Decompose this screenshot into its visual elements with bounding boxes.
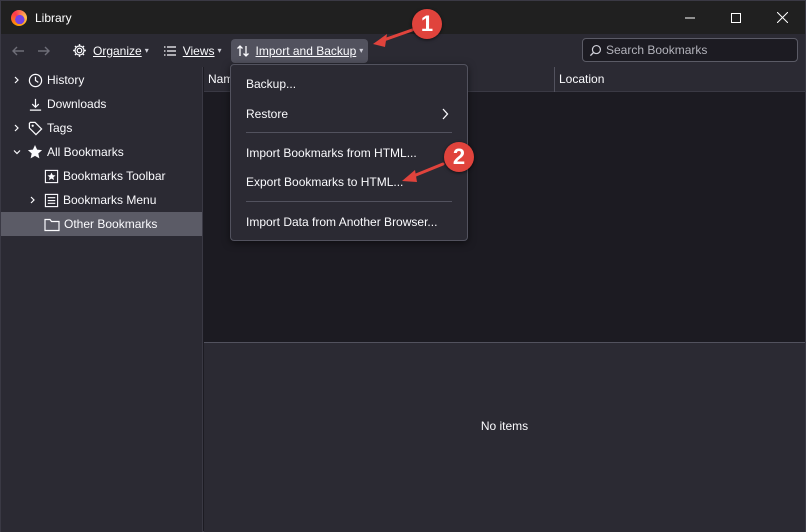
folder-icon xyxy=(44,216,60,232)
chevron-down-icon: ▾ xyxy=(217,46,222,55)
import-backup-button[interactable]: Import and Backup ▾ xyxy=(230,38,369,63)
list-icon xyxy=(163,45,176,56)
menu-item-restore[interactable]: Restore xyxy=(231,101,467,127)
menu-item-backup[interactable]: Backup... xyxy=(231,71,467,97)
search-input[interactable] xyxy=(606,43,786,57)
close-button[interactable] xyxy=(759,1,805,34)
details-pane: No items xyxy=(204,343,805,532)
import-backup-menu: Backup... Restore Import Bookmarks from … xyxy=(230,64,468,241)
menu-separator xyxy=(246,132,452,133)
chevron-down-icon[interactable] xyxy=(11,146,23,158)
import-backup-label: Import and Backup xyxy=(255,43,357,58)
bookmarks-menu-icon xyxy=(43,192,59,208)
minimize-button[interactable] xyxy=(667,1,713,34)
library-window: Library Organize ▾ Views ▾ Import and Ba… xyxy=(0,0,806,532)
maximize-button[interactable] xyxy=(713,1,759,34)
clock-icon xyxy=(27,72,43,88)
views-button[interactable]: Views ▾ xyxy=(158,39,227,63)
import-export-icon xyxy=(236,44,249,57)
back-button[interactable] xyxy=(5,38,31,64)
column-name-header[interactable]: Nam xyxy=(204,67,233,92)
menu-item-label: Import Data from Another Browser... xyxy=(246,215,438,229)
search-icon xyxy=(589,44,602,56)
gear-icon xyxy=(73,44,86,57)
no-items-text: No items xyxy=(480,419,529,433)
menu-item-label: Import Bookmarks from HTML... xyxy=(246,146,417,160)
arrow-right-icon xyxy=(38,46,50,55)
menu-item-label: Backup... xyxy=(246,77,297,91)
tag-icon xyxy=(27,120,43,136)
bookmarks-toolbar-icon xyxy=(43,168,59,184)
menu-separator xyxy=(246,201,452,202)
chevron-right-icon[interactable] xyxy=(11,74,23,86)
sidebar-item-downloads[interactable]: Downloads xyxy=(27,92,106,116)
chevron-right-icon[interactable] xyxy=(27,194,39,206)
sidebar-item-label: Bookmarks Toolbar xyxy=(63,169,166,183)
chevron-right-icon[interactable] xyxy=(11,122,23,134)
maximize-icon xyxy=(731,12,741,23)
menu-item-export-html[interactable]: Export Bookmarks to HTML... xyxy=(231,169,467,195)
forward-button[interactable] xyxy=(31,38,57,64)
chevron-down-icon: ▾ xyxy=(144,46,149,55)
chevron-down-icon: ▾ xyxy=(359,46,364,55)
download-icon xyxy=(27,96,43,112)
views-label: Views xyxy=(182,43,215,58)
sidebar-item-label: All Bookmarks xyxy=(47,145,124,159)
menu-item-label: Export Bookmarks to HTML... xyxy=(246,175,404,189)
sidebar-item-label: Downloads xyxy=(47,97,107,111)
sidebar-item-bookmarks-menu[interactable]: Bookmarks Menu xyxy=(27,188,156,212)
sidebar-item-label: Bookmarks Menu xyxy=(63,193,157,207)
library-sidebar: History Downloads Tags All Bookmarks Boo… xyxy=(1,67,203,532)
close-icon xyxy=(776,12,788,23)
menu-item-import-html[interactable]: Import Bookmarks from HTML... xyxy=(231,140,467,166)
organize-button[interactable]: Organize ▾ xyxy=(67,39,154,63)
chevron-right-icon xyxy=(441,108,449,123)
menu-item-label: Restore xyxy=(246,107,289,121)
window-title: Library xyxy=(35,10,72,25)
sidebar-item-bookmarks-toolbar[interactable]: Bookmarks Toolbar xyxy=(43,164,166,188)
step-2-badge: 2 xyxy=(444,142,474,172)
window-controls xyxy=(667,1,805,34)
sidebar-item-tags[interactable]: Tags xyxy=(11,116,72,140)
title-bar: Library xyxy=(1,1,805,34)
sidebar-item-label: Other Bookmarks xyxy=(64,217,158,231)
sidebar-item-all-bookmarks[interactable]: All Bookmarks xyxy=(11,140,124,164)
firefox-logo-icon xyxy=(11,9,27,26)
arrow-left-icon xyxy=(12,46,24,55)
library-toolbar: Organize ▾ Views ▾ Import and Backup ▾ xyxy=(1,34,805,67)
column-location-header[interactable]: Location xyxy=(555,67,604,92)
minimize-icon xyxy=(685,17,695,18)
organize-label: Organize xyxy=(93,43,142,58)
star-icon xyxy=(27,144,43,160)
sidebar-item-label: Tags xyxy=(47,121,73,135)
sidebar-item-other-bookmarks[interactable]: Other Bookmarks xyxy=(1,212,202,236)
menu-item-import-browser[interactable]: Import Data from Another Browser... xyxy=(231,209,467,235)
search-bookmarks-field[interactable] xyxy=(582,38,798,62)
sidebar-item-label: History xyxy=(47,73,85,87)
sidebar-item-history[interactable]: History xyxy=(11,68,84,92)
step-1-badge: 1 xyxy=(412,9,442,39)
